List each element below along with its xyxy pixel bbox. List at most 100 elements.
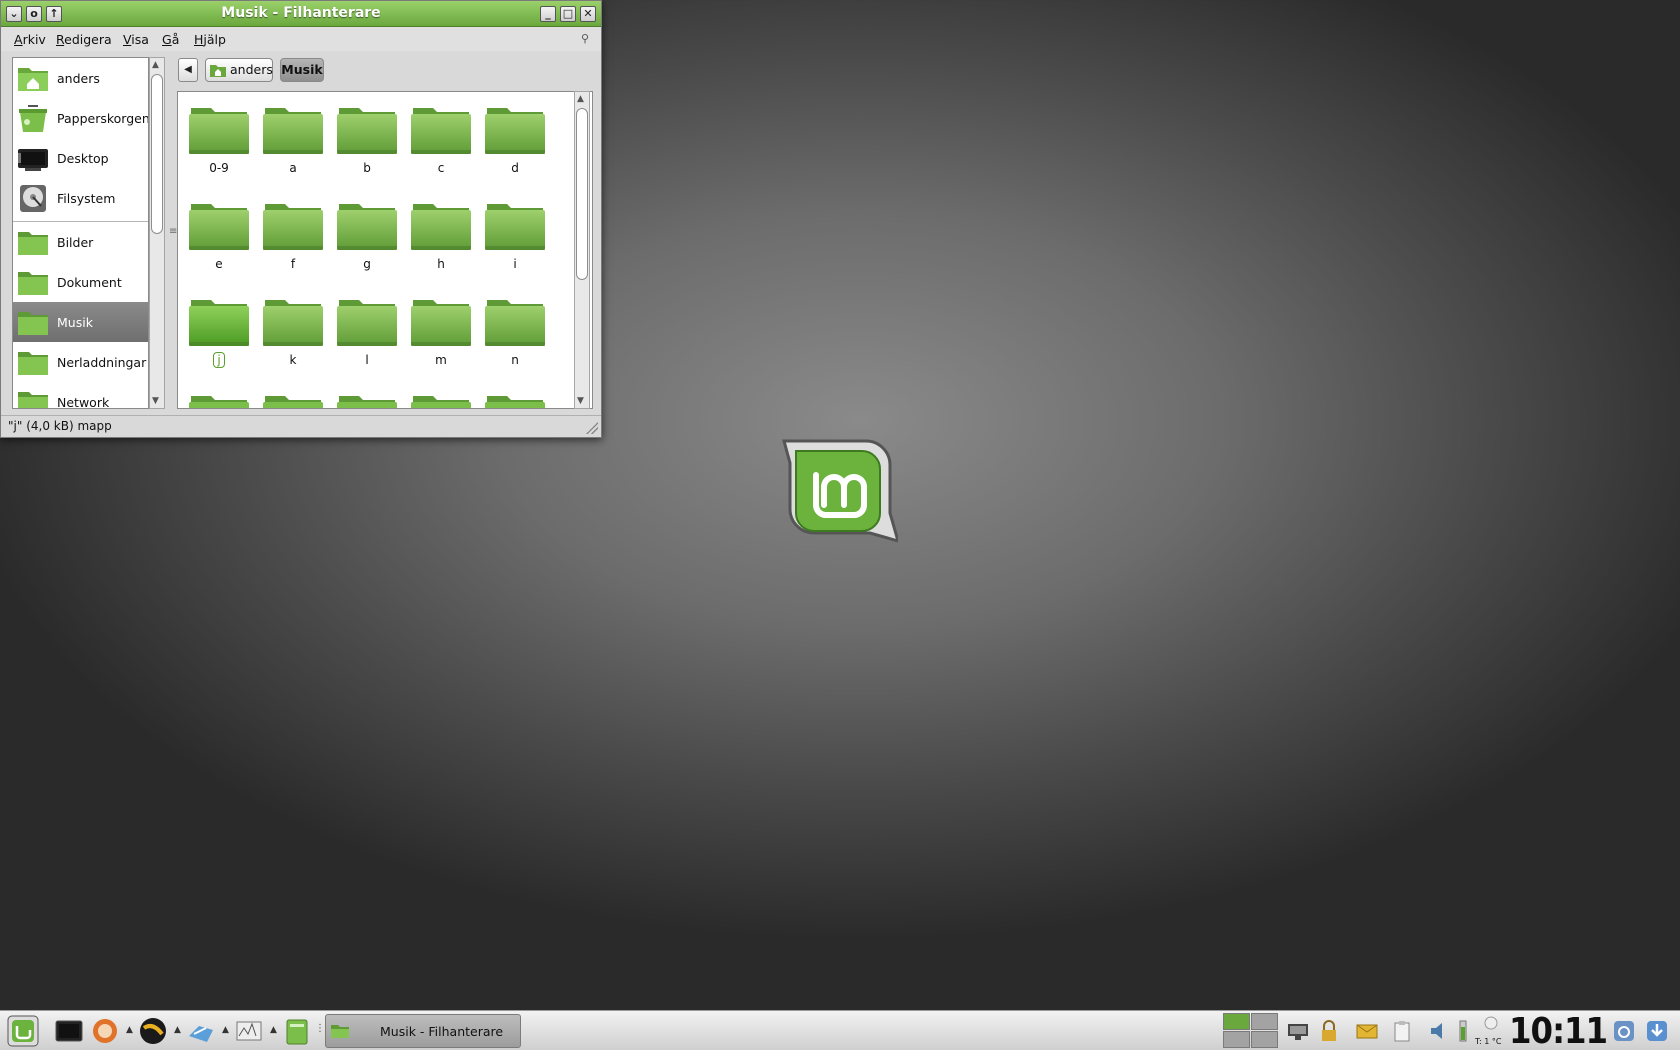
side-pane[interactable]: anders Papperskorgen Desktop Filsystem B… (12, 57, 149, 409)
workspace-4[interactable] (1251, 1031, 1278, 1048)
terminal-icon[interactable] (54, 1016, 84, 1046)
harddisk-icon (20, 185, 46, 212)
folder-item-m[interactable]: m (406, 284, 476, 374)
folder-item-j[interactable]: j (184, 284, 254, 374)
folder-label: b (363, 161, 371, 175)
menu-bar: Arkiv Redigera Visa Gå Hjälp ⚲ (1, 27, 601, 51)
clock[interactable]: 10:11 (1509, 1011, 1608, 1050)
folder-item-partial[interactable] (258, 380, 328, 408)
menu-ga[interactable]: Gå (162, 32, 179, 47)
network-icon[interactable] (1286, 1019, 1310, 1043)
menu-arkiv[interactable]: Arkiv (14, 32, 46, 47)
folder-icon (263, 396, 323, 408)
sidebar-item-desktop[interactable]: Desktop (13, 138, 148, 178)
workspace-pager[interactable] (1223, 1013, 1279, 1049)
launcher-arrow-icon[interactable]: ▲ (222, 1025, 229, 1035)
folder-item-e[interactable]: e (184, 188, 254, 278)
weather-icon[interactable] (1478, 1013, 1504, 1035)
update-icon[interactable] (1645, 1019, 1669, 1043)
folder-item-a[interactable]: a (258, 92, 328, 182)
sidebar-item-filsystem[interactable]: Filsystem (13, 178, 148, 218)
launcher-arrow-icon[interactable]: ▲ (126, 1025, 133, 1035)
folder-item-c[interactable]: c (406, 92, 476, 182)
folder-item-l[interactable]: l (332, 284, 402, 374)
file-manager-icon[interactable] (282, 1016, 312, 1046)
sidebar-item-musik[interactable]: Musik (13, 302, 148, 342)
folder-item-0-9[interactable]: 0-9 (184, 92, 254, 182)
folder-label: j (213, 352, 225, 368)
task-button-file-manager[interactable]: Musik - Filhanterare (325, 1014, 521, 1048)
folder-label: l (365, 353, 369, 367)
sidebar-item-network[interactable]: Network (13, 382, 148, 408)
logout-icon[interactable] (1612, 1019, 1636, 1043)
sidebar-item-papperskorgen[interactable]: Papperskorgen (13, 98, 149, 138)
folder-icon (411, 204, 471, 250)
file-manager-window[interactable]: ⌄ o ↑ Musik - Filhanterare _ □ ✕ Arkiv R… (0, 0, 602, 438)
sidebar-item-bilder[interactable]: Bilder (13, 222, 148, 262)
maximize-button[interactable]: □ (560, 6, 576, 22)
crumb-musik[interactable]: Musik (280, 58, 324, 82)
scroll-down-arrow-icon[interactable]: ▼ (152, 396, 159, 406)
menu-redigera[interactable]: Redigera (56, 32, 112, 47)
workspace-3[interactable] (1223, 1031, 1250, 1048)
clipboard-icon[interactable] (1390, 1019, 1414, 1043)
workspace-2[interactable] (1251, 1013, 1278, 1030)
scroll-up-arrow-icon[interactable]: ▲ (577, 94, 584, 104)
resize-grip-icon[interactable] (586, 422, 598, 434)
system-monitor-icon[interactable] (234, 1016, 264, 1046)
lock-icon[interactable] (1317, 1019, 1341, 1043)
scroll-down-arrow-icon[interactable]: ▼ (577, 396, 584, 406)
folder-icon (411, 300, 471, 346)
close-button[interactable]: ✕ (580, 6, 596, 22)
folder-item-g[interactable]: g (332, 188, 402, 278)
folder-item-partial[interactable] (480, 380, 550, 408)
minimize-button[interactable]: _ (540, 6, 556, 22)
folder-item-k[interactable]: k (258, 284, 328, 374)
sidebar-item-dokument[interactable]: Dokument (13, 262, 148, 302)
sidebar-item-anders[interactable]: anders (13, 58, 148, 98)
title-bar[interactable]: ⌄ o ↑ Musik - Filhanterare _ □ ✕ (1, 1, 601, 27)
crumb-anders[interactable]: anders (205, 58, 273, 82)
folder-icon (189, 396, 249, 408)
sidebar-item-nerladdningar[interactable]: Nerladdningar (13, 342, 148, 382)
menu-hjalp[interactable]: Hjälp (194, 32, 226, 47)
iconview-scroll-thumb[interactable] (576, 108, 588, 280)
mint-menu-icon[interactable] (7, 1015, 39, 1047)
status-text: "j" (4,0 kB) mapp (8, 419, 112, 433)
folder-item-partial[interactable] (332, 380, 402, 408)
folder-item-partial[interactable] (184, 380, 254, 408)
music-player-icon[interactable] (138, 1016, 168, 1046)
sidebar-item-label: Nerladdningar (57, 355, 147, 370)
launcher-arrow-icon[interactable]: ▲ (174, 1025, 181, 1035)
folder-item-partial[interactable] (406, 380, 476, 408)
sidebar-item-label: Papperskorgen (57, 111, 149, 126)
folder-icon (485, 204, 545, 250)
folder-item-h[interactable]: h (406, 188, 476, 278)
folder-item-f[interactable]: f (258, 188, 328, 278)
iconview-scrollbar[interactable]: ▲ ▼ (574, 91, 590, 409)
sidepane-scroll-thumb[interactable] (151, 74, 163, 234)
folder-item-i[interactable]: i (480, 188, 550, 278)
path-back-button[interactable]: ◀ (178, 58, 198, 82)
image-viewer-icon[interactable] (186, 1016, 216, 1046)
pin-icon[interactable]: ⚲ (581, 32, 589, 45)
menu-visa[interactable]: Visa (123, 32, 149, 47)
folder-icon (189, 108, 249, 154)
volume-icon[interactable] (1427, 1019, 1451, 1043)
folder-label: a (289, 161, 297, 175)
scroll-up-arrow-icon[interactable]: ▲ (152, 60, 159, 70)
icon-view[interactable]: 0-9 a b c d e f g h i j k l m n (177, 91, 593, 409)
folder-label: k (289, 353, 297, 367)
firefox-icon[interactable] (90, 1016, 120, 1046)
folder-item-b[interactable]: b (332, 92, 402, 182)
window-title: Musik - Filhanterare (221, 5, 381, 21)
battery-icon[interactable] (1458, 1019, 1468, 1043)
workspace-1[interactable] (1223, 1013, 1250, 1030)
folder-label: 0-9 (209, 161, 229, 175)
folder-item-d[interactable]: d (480, 92, 550, 182)
folder-item-n[interactable]: n (480, 284, 550, 374)
mail-icon[interactable] (1355, 1019, 1379, 1043)
folder-icon (337, 204, 397, 250)
launcher-arrow-icon[interactable]: ▲ (270, 1025, 277, 1035)
sidepane-scrollbar[interactable]: ▲ ▼ (149, 57, 165, 409)
